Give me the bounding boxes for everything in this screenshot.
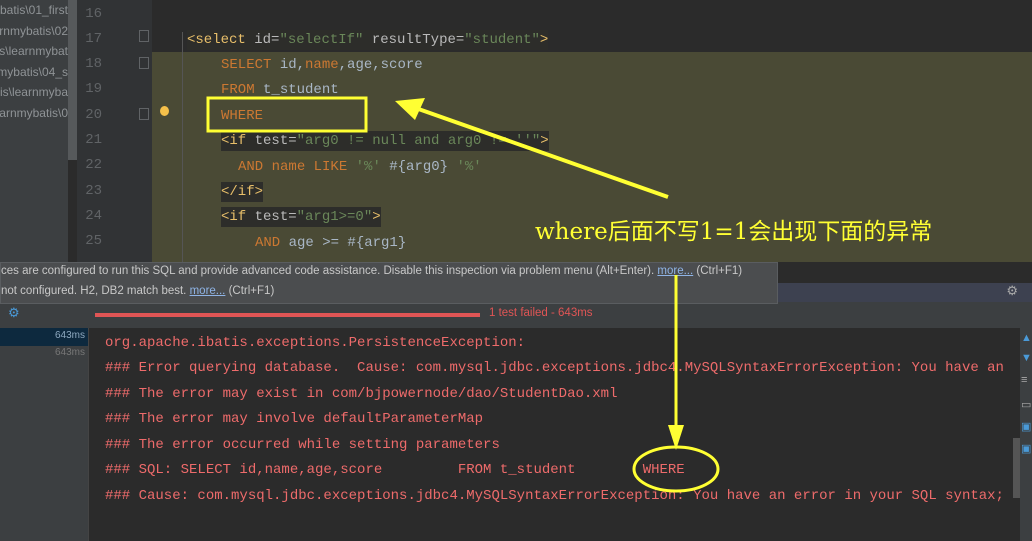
- highlight-ellipse: [632, 445, 720, 493]
- highlight-box: [206, 96, 368, 133]
- arrow-line: [409, 104, 669, 199]
- annotation-overlay: [206, 96, 720, 493]
- annotation-text: where后面不写1=1会出现下面的异常: [535, 219, 933, 245]
